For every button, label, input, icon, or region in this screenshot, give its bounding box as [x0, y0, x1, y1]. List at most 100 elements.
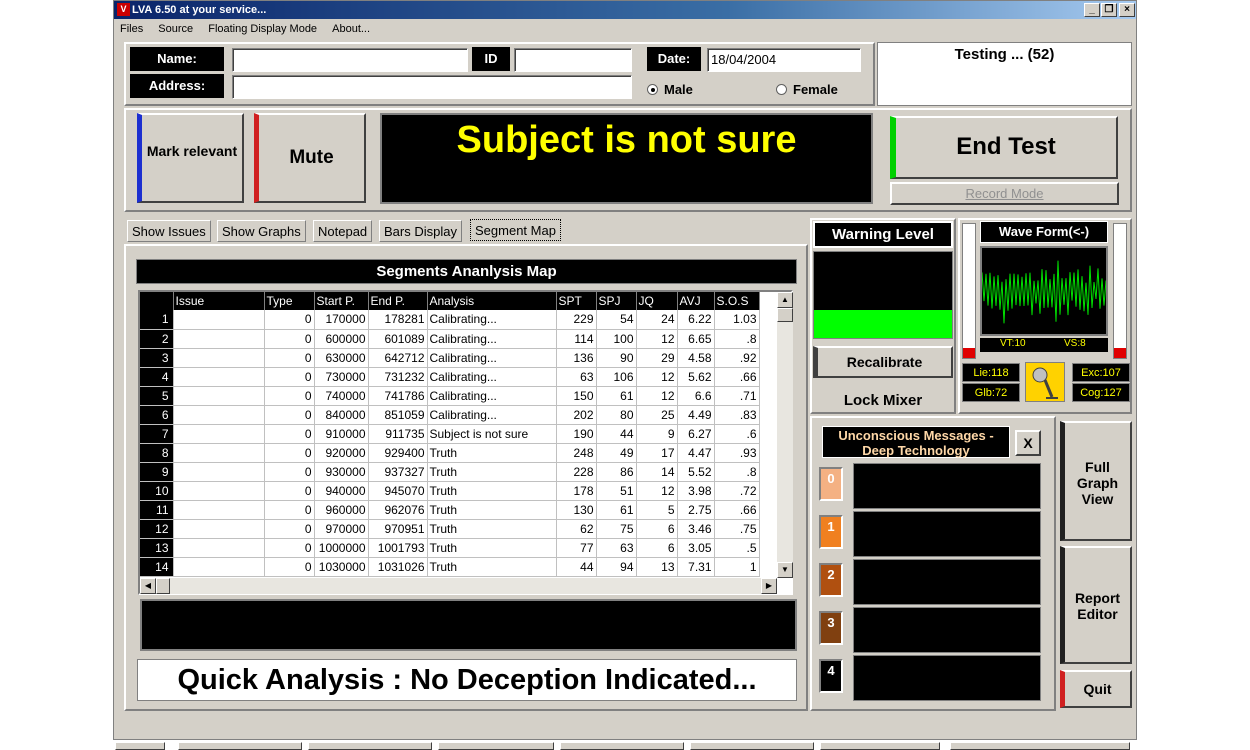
record-mode-button[interactable]: Record Mode: [890, 182, 1119, 205]
start-button[interactable]: [115, 742, 165, 750]
header-type[interactable]: Type: [264, 292, 315, 310]
minimize-icon[interactable]: _: [1084, 3, 1100, 17]
table-cell: [173, 367, 265, 387]
date-field[interactable]: 18/04/2004: [707, 48, 861, 72]
mark-relevant-button[interactable]: Mark relevant: [137, 113, 244, 203]
radio-unselected-icon[interactable]: [776, 84, 787, 95]
table-row[interactable]: 14 0 1030000 1031026 Truth 44 94 13 7.31 1: [140, 557, 760, 577]
tab-bars-display[interactable]: Bars Display: [379, 220, 462, 242]
table-cell: [173, 329, 265, 349]
table-row[interactable]: 6 0 840000 851059 Calibrating... 202 80 25 4.49.…: [140, 405, 760, 425]
table-row[interactable]: 9 0 930000 937327 Truth 228 86 14 5.52.8: [140, 462, 760, 482]
row-number: 8: [140, 443, 174, 463]
gender-male-option[interactable]: Male: [647, 82, 693, 97]
menu-source[interactable]: Source: [158, 23, 193, 35]
header-analysis[interactable]: Analysis: [427, 292, 557, 310]
report-editor-button[interactable]: Report Editor: [1060, 546, 1132, 664]
taskbar-item[interactable]: [820, 742, 940, 750]
right-level-meter: [1113, 223, 1127, 359]
table-cell: 9: [636, 424, 678, 444]
scroll-left-icon[interactable]: ◀: [140, 578, 156, 594]
vertical-scrollbar[interactable]: ▲ ▼: [777, 292, 793, 578]
scroll-thumb[interactable]: [777, 308, 793, 322]
id-field[interactable]: [514, 48, 632, 72]
table-cell: 0: [264, 424, 315, 444]
tab-segment-map[interactable]: Segment Map: [470, 219, 561, 241]
lva-app-icon: V: [117, 3, 130, 16]
recalibrate-button[interactable]: Recalibrate: [813, 346, 953, 378]
quit-button[interactable]: Quit: [1060, 670, 1132, 708]
quick-analysis-text: Quick Analysis : No Deception Indicated.…: [177, 664, 757, 696]
row-number: 12: [140, 519, 174, 539]
segments-table: Issue Type Start P. End P. Analysis SPT …: [140, 292, 760, 577]
id-label: ID: [472, 47, 510, 71]
restore-icon[interactable]: ❐: [1101, 3, 1117, 17]
table-cell: 61: [596, 500, 637, 520]
address-field[interactable]: [232, 75, 632, 99]
radio-selected-icon[interactable]: [647, 84, 658, 95]
waveform-readout: VT:10 VS:8: [980, 338, 1108, 352]
taskbar-item[interactable]: [560, 742, 684, 750]
taskbar-item[interactable]: [690, 742, 814, 750]
scroll-down-icon[interactable]: ▼: [777, 562, 793, 578]
table-row[interactable]: 13 0 1000000 1001793 Truth 77 63 6 3.05.5: [140, 538, 760, 558]
header-end[interactable]: End P.: [368, 292, 428, 310]
scroll-right-icon[interactable]: ▶: [761, 578, 777, 594]
row-number: 1: [140, 310, 174, 330]
table-cell: 3.05: [677, 538, 715, 558]
microphone-icon[interactable]: [1025, 362, 1065, 402]
table-cell: 29: [636, 348, 678, 368]
app-window: V LVA 6.50 at your service... _ ❐ × File…: [113, 0, 1137, 740]
table-row[interactable]: 1 0 170000 178281 Calibrating... 229 54 24 6.22 1…: [140, 310, 760, 330]
row-number: 6: [140, 405, 174, 425]
table-cell: 25: [636, 405, 678, 425]
header-jq[interactable]: JQ: [636, 292, 678, 310]
header-issue[interactable]: Issue: [173, 292, 265, 310]
header-spj[interactable]: SPJ: [596, 292, 637, 310]
end-test-button[interactable]: End Test: [890, 116, 1118, 179]
tab-show-issues[interactable]: Show Issues: [127, 220, 211, 242]
mute-button[interactable]: Mute: [254, 113, 366, 203]
tab-notepad[interactable]: Notepad: [313, 220, 373, 242]
scroll-h-thumb[interactable]: [156, 578, 170, 594]
close-icon[interactable]: ×: [1119, 3, 1135, 17]
table-cell: .71: [714, 386, 760, 406]
taskbar-item[interactable]: [308, 742, 432, 750]
table-row[interactable]: 11 0 960000 962076 Truth 130 61 5 2.75.66: [140, 500, 760, 520]
taskbar-item[interactable]: [438, 742, 554, 750]
menu-files[interactable]: Files: [120, 23, 143, 35]
table-cell: 150: [556, 386, 597, 406]
table-row[interactable]: 12 0 970000 970951 Truth 62 75 6 3.46.75: [140, 519, 760, 539]
header-spt[interactable]: SPT: [556, 292, 597, 310]
table-row[interactable]: 7 0 910000 911735 Subject is not sure 190 44 9 6…: [140, 424, 760, 444]
table-cell: 0: [264, 443, 315, 463]
header-start[interactable]: Start P.: [314, 292, 369, 310]
full-graph-view-button[interactable]: Full Graph View: [1060, 421, 1132, 541]
name-field[interactable]: [232, 48, 468, 72]
close-unconscious-button[interactable]: X: [1015, 430, 1041, 456]
scroll-up-icon[interactable]: ▲: [777, 292, 793, 308]
tab-show-graphs[interactable]: Show Graphs: [217, 220, 306, 242]
message-display: Subject is not sure: [380, 113, 873, 204]
table-row[interactable]: 10 0 940000 945070 Truth 178 51 12 3.98.72: [140, 481, 760, 501]
table-cell: 851059: [368, 405, 428, 425]
table-row[interactable]: 3 0 630000 642712 Calibrating... 136 90 29 4.58.…: [140, 348, 760, 368]
lock-mixer-button[interactable]: Lock Mixer: [813, 387, 953, 415]
header-avj[interactable]: AVJ: [677, 292, 715, 310]
table-row[interactable]: 4 0 730000 731232 Calibrating... 63 106 12 5.62.…: [140, 367, 760, 387]
horizontal-scrollbar[interactable]: ◀ ▶: [140, 578, 777, 594]
table-cell: 44: [596, 424, 637, 444]
taskbar-item[interactable]: [178, 742, 302, 750]
header-sos[interactable]: S.O.S: [714, 292, 760, 310]
gender-female-option[interactable]: Female: [776, 82, 838, 97]
subject-info-panel: Name: ID Address: Date: 18/04/2004 Male …: [124, 42, 875, 106]
menu-about[interactable]: About...: [332, 23, 370, 35]
menu-floating-display[interactable]: Floating Display Mode: [208, 23, 317, 35]
table-row[interactable]: 5 0 740000 741786 Calibrating... 150 61 12 6.6.7…: [140, 386, 760, 406]
table-cell: 930000: [314, 462, 369, 482]
table-cell: 601089: [368, 329, 428, 349]
table-cell: 106: [596, 367, 637, 387]
table-row[interactable]: 2 0 600000 601089 Calibrating... 114 100 12 6.65…: [140, 329, 760, 349]
table-row[interactable]: 8 0 920000 929400 Truth 248 49 17 4.47.93: [140, 443, 760, 463]
unconscious-levels: 0 1 2 3 4: [819, 463, 1041, 703]
